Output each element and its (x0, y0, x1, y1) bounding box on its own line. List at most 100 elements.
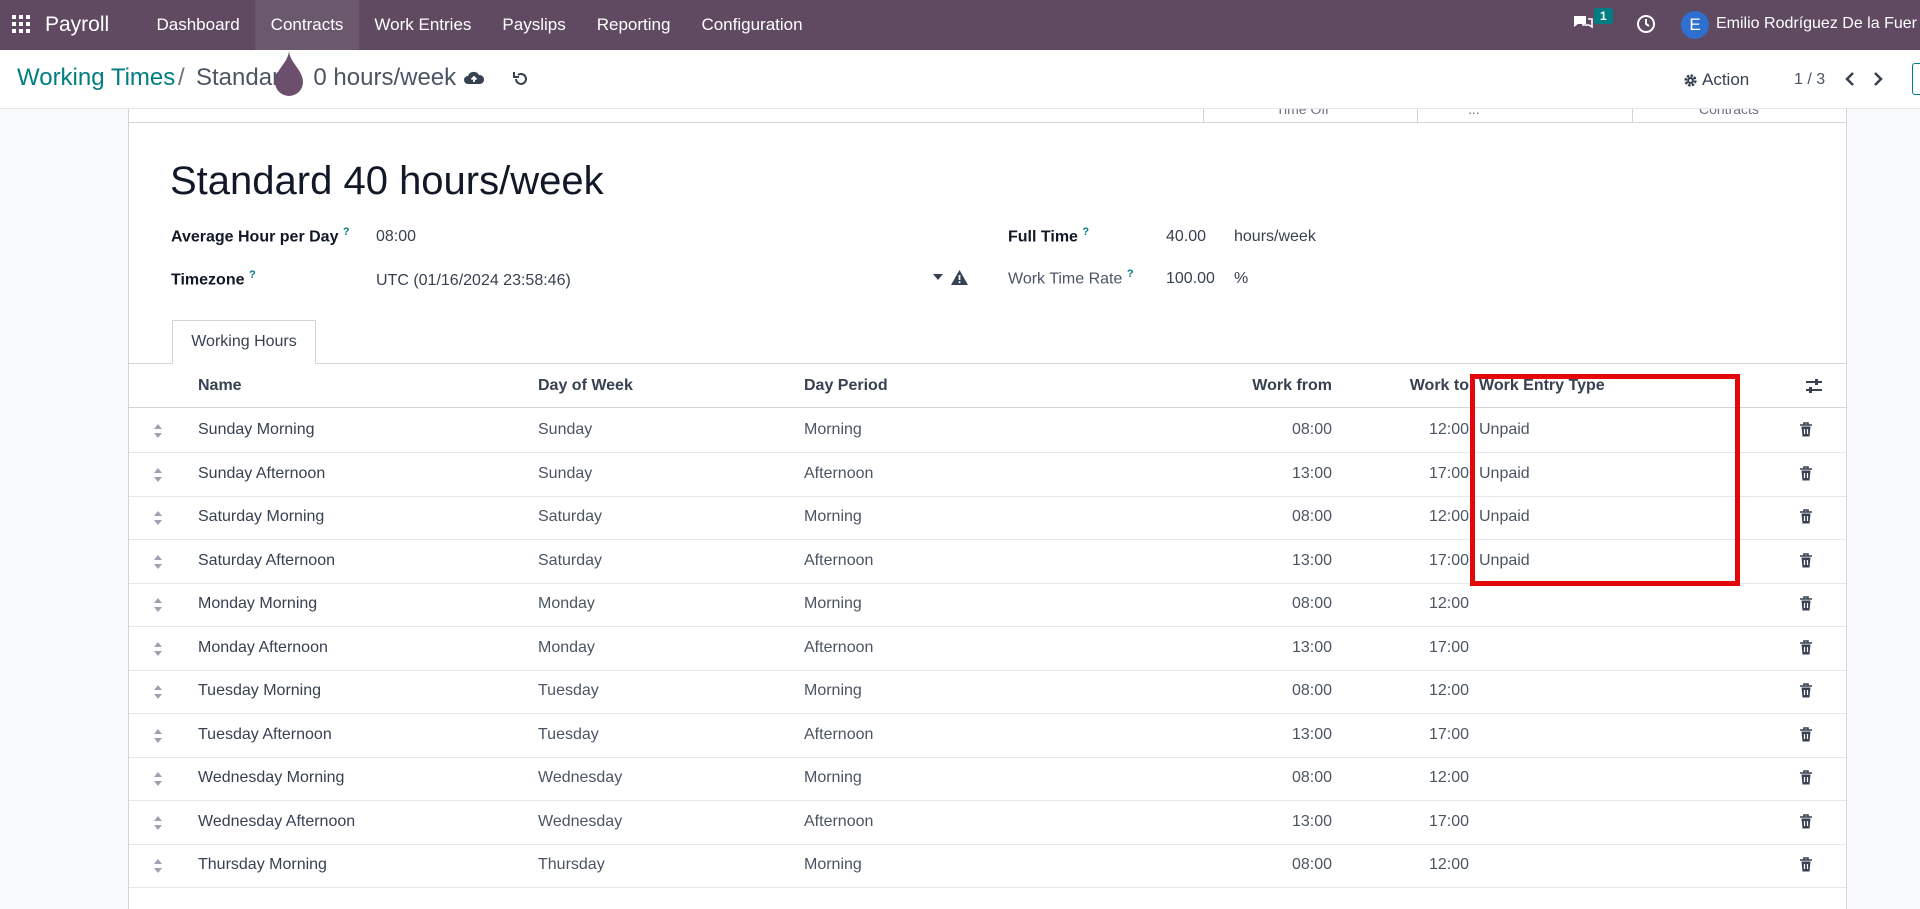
cell-name[interactable]: Tuesday Morning (198, 682, 321, 700)
cell-work-to[interactable]: 17:00 (1349, 813, 1469, 831)
record-title[interactable]: Standard 40 hours/week (170, 159, 604, 204)
trash-icon[interactable] (1799, 726, 1813, 743)
trash-icon[interactable] (1799, 465, 1813, 482)
column-header-work-to[interactable]: Work to (1369, 377, 1469, 395)
trash-icon[interactable] (1799, 552, 1813, 569)
cell-name[interactable]: Sunday Afternoon (198, 465, 325, 483)
drag-handle-icon[interactable] (153, 423, 163, 439)
cell-name[interactable]: Saturday Morning (198, 508, 324, 526)
cell-work-to[interactable]: 17:00 (1349, 726, 1469, 744)
table-row[interactable]: Monday Afternoon Monday Afternoon 13:00 17:0… (129, 627, 1846, 671)
cloud-upload-icon[interactable] (463, 69, 485, 87)
work-time-rate-field[interactable]: 100.00 (1166, 270, 1215, 288)
cell-day-period[interactable]: Afternoon (804, 465, 873, 483)
smart-button-more[interactable]: ... (1417, 109, 1632, 123)
avatar[interactable]: E (1681, 11, 1709, 39)
table-row[interactable]: Wednesday Morning Wednesday Morning 08:00 12… (129, 757, 1846, 801)
drag-handle-icon[interactable] (153, 597, 163, 613)
column-header-work-from[interactable]: Work from (1189, 377, 1332, 395)
smart-button-time-off[interactable]: Time Off (1203, 109, 1418, 123)
trash-icon[interactable] (1799, 639, 1813, 656)
cell-day-of-week[interactable]: Tuesday (538, 682, 599, 700)
drag-handle-icon[interactable] (153, 554, 163, 570)
column-settings-icon[interactable] (1805, 378, 1823, 394)
column-header-day-of-week[interactable]: Day of Week (538, 377, 633, 395)
cell-day-of-week[interactable]: Wednesday (538, 813, 622, 831)
cell-day-period[interactable]: Morning (804, 856, 862, 874)
cell-day-of-week[interactable]: Sunday (538, 421, 592, 439)
new-record-button[interactable] (1912, 63, 1920, 95)
cell-day-of-week[interactable]: Wednesday (538, 769, 622, 787)
drag-handle-icon[interactable] (153, 858, 163, 874)
table-row[interactable]: Tuesday Afternoon Tuesday Afternoon 13:00 17… (129, 714, 1846, 758)
menu-configuration[interactable]: Configuration (686, 0, 818, 50)
chevron-left-icon[interactable] (1843, 71, 1857, 87)
cell-name[interactable]: Thursday Morning (198, 856, 327, 874)
drag-handle-icon[interactable] (153, 815, 163, 831)
cell-work-to[interactable]: 17:00 (1349, 552, 1469, 570)
cell-day-period[interactable]: Morning (804, 508, 862, 526)
clock-icon[interactable] (1636, 14, 1656, 34)
trash-icon[interactable] (1799, 509, 1813, 525)
cell-work-from[interactable]: 08:00 (1212, 595, 1332, 613)
cell-day-period[interactable]: Morning (804, 682, 862, 700)
cell-work-from[interactable]: 08:00 (1212, 421, 1332, 439)
avg-hour-field[interactable]: 08:00 (376, 228, 416, 246)
action-button[interactable]: Action (1683, 70, 1749, 90)
menu-dashboard[interactable]: Dashboard (141, 0, 255, 50)
cell-day-of-week[interactable]: Sunday (538, 465, 592, 483)
cell-day-of-week[interactable]: Tuesday (538, 726, 599, 744)
cell-work-to[interactable]: 12:00 (1349, 508, 1469, 526)
user-name[interactable]: Emilio Rodríguez De la Fuer (1716, 15, 1917, 33)
cell-name[interactable]: Sunday Morning (198, 421, 315, 439)
cell-work-to[interactable]: 12:00 (1349, 595, 1469, 613)
cell-name[interactable]: Saturday Afternoon (198, 552, 335, 570)
trash-icon[interactable] (1799, 683, 1813, 699)
cell-work-from[interactable]: 13:00 (1212, 465, 1332, 483)
table-row[interactable]: Monday Morning Monday Morning 08:00 12:00 (129, 583, 1846, 627)
drag-handle-icon[interactable] (153, 684, 163, 700)
discard-undo-icon[interactable] (512, 70, 530, 88)
cell-work-to[interactable]: 17:00 (1349, 639, 1469, 657)
cell-day-of-week[interactable]: Thursday (538, 856, 605, 874)
trash-icon[interactable] (1799, 770, 1813, 786)
trash-icon[interactable] (1799, 857, 1813, 873)
trash-icon[interactable] (1799, 422, 1813, 438)
cell-work-from[interactable]: 13:00 (1212, 552, 1332, 570)
drag-handle-icon[interactable] (153, 728, 163, 744)
cell-day-of-week[interactable]: Monday (538, 595, 595, 613)
timezone-select[interactable]: UTC (01/16/2024 23:58:46) (376, 272, 571, 290)
cell-work-from[interactable]: 08:00 (1212, 769, 1332, 787)
table-row[interactable]: Tuesday Morning Tuesday Morning 08:00 12:00 (129, 670, 1846, 714)
cell-work-to[interactable]: 12:00 (1349, 856, 1469, 874)
table-row[interactable]: Thursday Morning Thursday Morning 08:00 12:0… (129, 844, 1846, 888)
cell-day-period[interactable]: Afternoon (804, 813, 873, 831)
cell-name[interactable]: Wednesday Afternoon (198, 813, 355, 831)
column-header-day-period[interactable]: Day Period (804, 377, 888, 395)
full-time-field[interactable]: 40.00 (1166, 228, 1206, 246)
chevron-right-icon[interactable] (1871, 71, 1885, 87)
cell-work-from[interactable]: 08:00 (1212, 682, 1332, 700)
cell-day-period[interactable]: Morning (804, 421, 862, 439)
cell-day-period[interactable]: Afternoon (804, 552, 873, 570)
cell-day-period[interactable]: Morning (804, 769, 862, 787)
cell-work-from[interactable]: 13:00 (1212, 639, 1332, 657)
cell-day-period[interactable]: Afternoon (804, 726, 873, 744)
cell-name[interactable]: Wednesday Morning (198, 769, 344, 787)
menu-payslips[interactable]: Payslips (487, 0, 581, 50)
table-row[interactable]: Wednesday Afternoon Wednesday Afternoon 13:… (129, 801, 1846, 845)
cell-work-from[interactable]: 08:00 (1212, 856, 1332, 874)
chat-icon[interactable] (1572, 14, 1594, 32)
app-brand[interactable]: Payroll (45, 13, 109, 37)
trash-icon[interactable] (1799, 596, 1813, 612)
menu-reporting[interactable]: Reporting (581, 0, 686, 50)
cell-name[interactable]: Monday Afternoon (198, 639, 328, 657)
cell-day-of-week[interactable]: Saturday (538, 508, 602, 526)
column-header-name[interactable]: Name (198, 377, 242, 395)
cell-work-from[interactable]: 08:00 (1212, 508, 1332, 526)
cell-work-to[interactable]: 12:00 (1349, 682, 1469, 700)
cell-work-to[interactable]: 12:00 (1349, 421, 1469, 439)
menu-work-entries[interactable]: Work Entries (359, 0, 487, 50)
cell-day-period[interactable]: Afternoon (804, 639, 873, 657)
cell-day-of-week[interactable]: Saturday (538, 552, 602, 570)
